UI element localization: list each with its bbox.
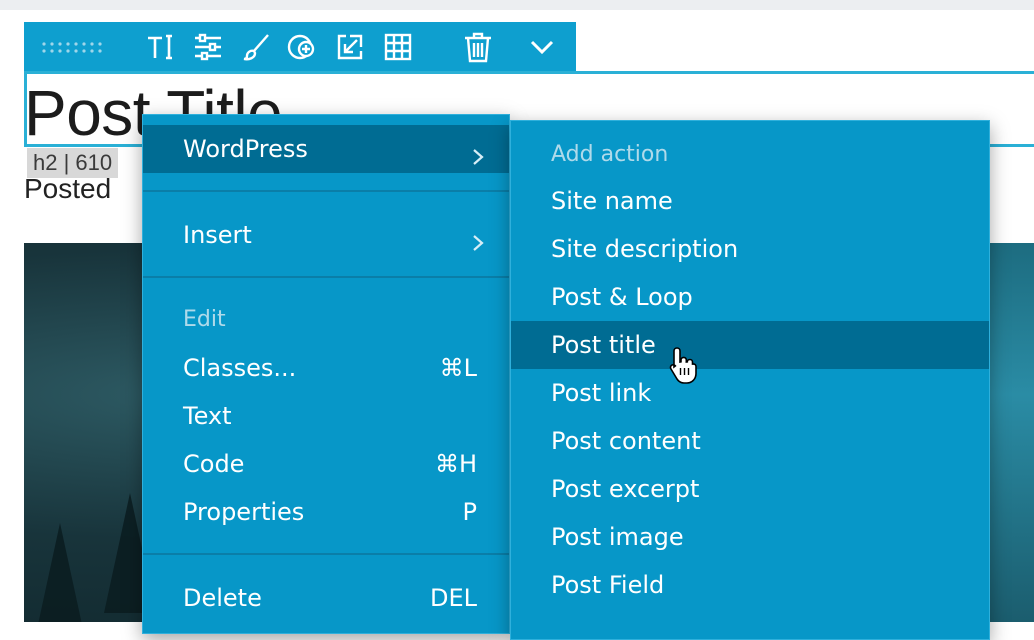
menu-item-label: Text: [183, 402, 232, 430]
menu-item-label: Properties: [183, 498, 305, 526]
menu-item-wordpress[interactable]: WordPress: [143, 125, 509, 173]
shortcut-label: ⌘H: [434, 450, 477, 478]
chevron-right-icon: [471, 137, 485, 185]
submenu-item-post-link[interactable]: Post link: [511, 369, 989, 417]
element-toolbar: [24, 22, 576, 71]
menu-divider: [143, 553, 509, 555]
import-icon[interactable]: [334, 31, 366, 63]
menu-item-label: Code: [183, 450, 245, 478]
sliders-icon[interactable]: [192, 31, 224, 63]
menu-item-insert[interactable]: Insert: [143, 211, 509, 259]
menu-item-code[interactable]: Code ⌘H: [143, 440, 509, 488]
menu-divider: [143, 276, 509, 278]
chevron-down-icon[interactable]: [526, 31, 558, 63]
menu-item-delete[interactable]: Delete DEL: [143, 574, 509, 622]
submenu-item-label: Post excerpt: [551, 475, 700, 503]
trash-icon[interactable]: [462, 31, 494, 63]
add-circle-icon[interactable]: [286, 31, 318, 63]
submenu-wordpress: Add action Site name Site description Po…: [510, 120, 990, 640]
submenu-heading: Add action: [551, 142, 669, 167]
menu-divider: [143, 190, 509, 192]
text-style-icon[interactable]: [144, 31, 176, 63]
submenu-item-post-excerpt[interactable]: Post excerpt: [511, 465, 989, 513]
menu-heading-edit: Edit: [183, 307, 226, 332]
grid-icon[interactable]: [382, 31, 414, 63]
menu-item-properties[interactable]: Properties P: [143, 488, 509, 536]
submenu-item-label: Post Field: [551, 571, 665, 599]
submenu-item-post-loop[interactable]: Post & Loop: [511, 273, 989, 321]
chevron-right-icon: [471, 223, 485, 271]
hand-pointer-icon: [668, 346, 700, 388]
submenu-item-label: Post title: [551, 331, 656, 359]
shortcut-label: ⌘L: [439, 354, 477, 382]
submenu-item-label: Post & Loop: [551, 283, 693, 311]
menu-item-label: Classes...: [183, 354, 297, 382]
brush-icon[interactable]: [240, 31, 272, 63]
submenu-item-post-title[interactable]: Post title: [511, 321, 989, 369]
menu-item-classes[interactable]: Classes... ⌘L: [143, 344, 509, 392]
submenu-item-post-field[interactable]: Post Field: [511, 561, 989, 609]
menu-item-text[interactable]: Text: [143, 392, 509, 440]
submenu-item-site-description[interactable]: Site description: [511, 225, 989, 273]
tree-shape: [34, 523, 86, 622]
submenu-item-label: Post link: [551, 379, 652, 407]
submenu-item-label: Site name: [551, 187, 673, 215]
shortcut-label: DEL: [429, 584, 477, 612]
top-strip: [0, 0, 1034, 10]
submenu-item-label: Post image: [551, 523, 684, 551]
menu-item-label: Delete: [183, 584, 262, 612]
submenu-item-label: Post content: [551, 427, 701, 455]
submenu-item-post-content[interactable]: Post content: [511, 417, 989, 465]
drag-handle-icon[interactable]: [38, 31, 110, 63]
menu-item-label: WordPress: [183, 135, 308, 163]
submenu-item-label: Site description: [551, 235, 739, 263]
submenu-item-site-name[interactable]: Site name: [511, 177, 989, 225]
context-menu: WordPress Insert Edit Classes... ⌘L Text…: [142, 114, 510, 634]
posted-line: Posted: [24, 173, 112, 204]
submenu-item-post-image[interactable]: Post image: [511, 513, 989, 561]
menu-item-label: Insert: [183, 221, 252, 249]
shortcut-label: P: [462, 498, 477, 526]
